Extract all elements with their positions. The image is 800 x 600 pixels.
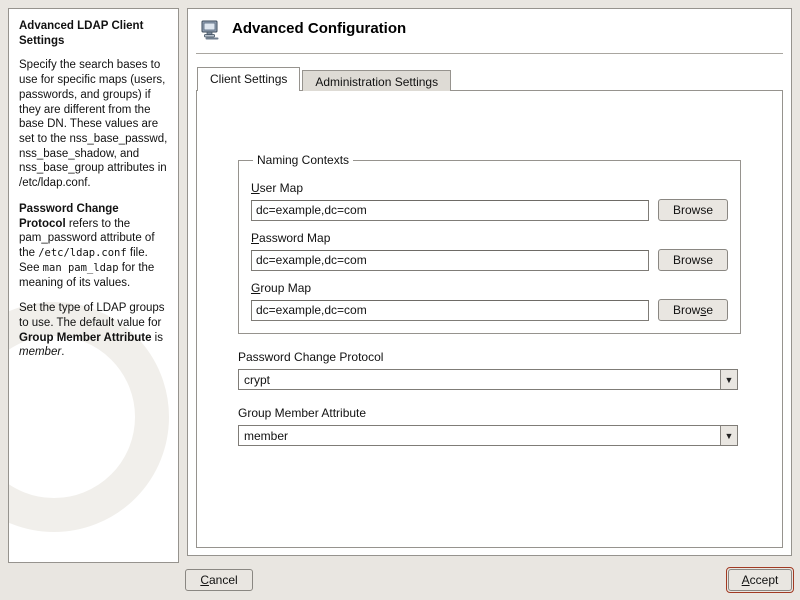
- ldap-advanced-dialog: Advanced LDAP Client Settings Specify th…: [0, 0, 800, 600]
- help-paragraph-maps: Specify the search bases to use for spec…: [19, 58, 168, 190]
- group-member-label: Group Member Attribute: [238, 406, 741, 420]
- help-paragraph-groups: Set the type of LDAP groups to use. The …: [19, 301, 168, 360]
- accept-default-ring: Accept: [726, 567, 794, 593]
- password-map-row: Password Map Browse: [251, 231, 728, 271]
- group-map-label: Group Map: [251, 281, 728, 295]
- help-panel: Advanced LDAP Client Settings Specify th…: [8, 8, 179, 563]
- user-map-input[interactable]: [251, 200, 649, 221]
- password-map-label: Password Map: [251, 231, 728, 245]
- password-protocol-value: crypt: [239, 370, 720, 389]
- group-map-row: Group Map Browse: [251, 281, 728, 321]
- password-protocol-label: Password Change Protocol: [238, 350, 741, 364]
- tab-bar: Client Settings Administration Settings: [197, 67, 451, 91]
- dialog-header: Advanced Configuration: [196, 17, 783, 47]
- group-member-combobox[interactable]: member ▼: [238, 425, 738, 446]
- group-map-browse-button[interactable]: Browse: [658, 299, 728, 321]
- client-settings-panel: Naming Contexts User Map Browse Password…: [196, 90, 783, 548]
- tab-administration-settings[interactable]: Administration Settings: [302, 70, 451, 91]
- password-map-browse-button[interactable]: Browse: [658, 249, 728, 271]
- header-divider: [196, 53, 783, 54]
- chevron-down-icon[interactable]: ▼: [720, 426, 737, 445]
- cancel-button[interactable]: Cancel: [185, 569, 253, 591]
- chevron-down-icon[interactable]: ▼: [720, 370, 737, 389]
- user-map-row: User Map Browse: [251, 181, 728, 221]
- password-protocol-combobox[interactable]: crypt ▼: [238, 369, 738, 390]
- group-member-block: Group Member Attribute member ▼: [238, 406, 741, 446]
- code-man-pam-ldap: man pam_ldap: [43, 262, 119, 274]
- password-map-input[interactable]: [251, 250, 649, 271]
- tab-client-settings[interactable]: Client Settings: [197, 67, 300, 91]
- naming-contexts-group: Naming Contexts User Map Browse Password…: [238, 153, 741, 334]
- user-map-browse-button[interactable]: Browse: [658, 199, 728, 221]
- password-protocol-block: Password Change Protocol crypt ▼: [238, 350, 741, 390]
- code-etc-ldap-conf: /etc/ldap.conf: [38, 247, 127, 259]
- group-member-value: member: [239, 426, 720, 445]
- help-paragraph-protocol: Password Change Protocol refers to the p…: [19, 202, 168, 290]
- computer-icon: [200, 19, 222, 41]
- user-map-label: User Map: [251, 181, 728, 195]
- client-settings-content: Naming Contexts User Map Browse Password…: [238, 153, 741, 446]
- help-text: Advanced LDAP Client Settings Specify th…: [9, 9, 178, 381]
- main-panel: Advanced Configuration Client Settings A…: [187, 8, 792, 556]
- group-map-input[interactable]: [251, 300, 649, 321]
- help-title: Advanced LDAP Client Settings: [19, 19, 168, 48]
- page-title: Advanced Configuration: [232, 20, 406, 37]
- naming-contexts-legend: Naming Contexts: [253, 153, 353, 167]
- accept-button[interactable]: Accept: [728, 569, 792, 591]
